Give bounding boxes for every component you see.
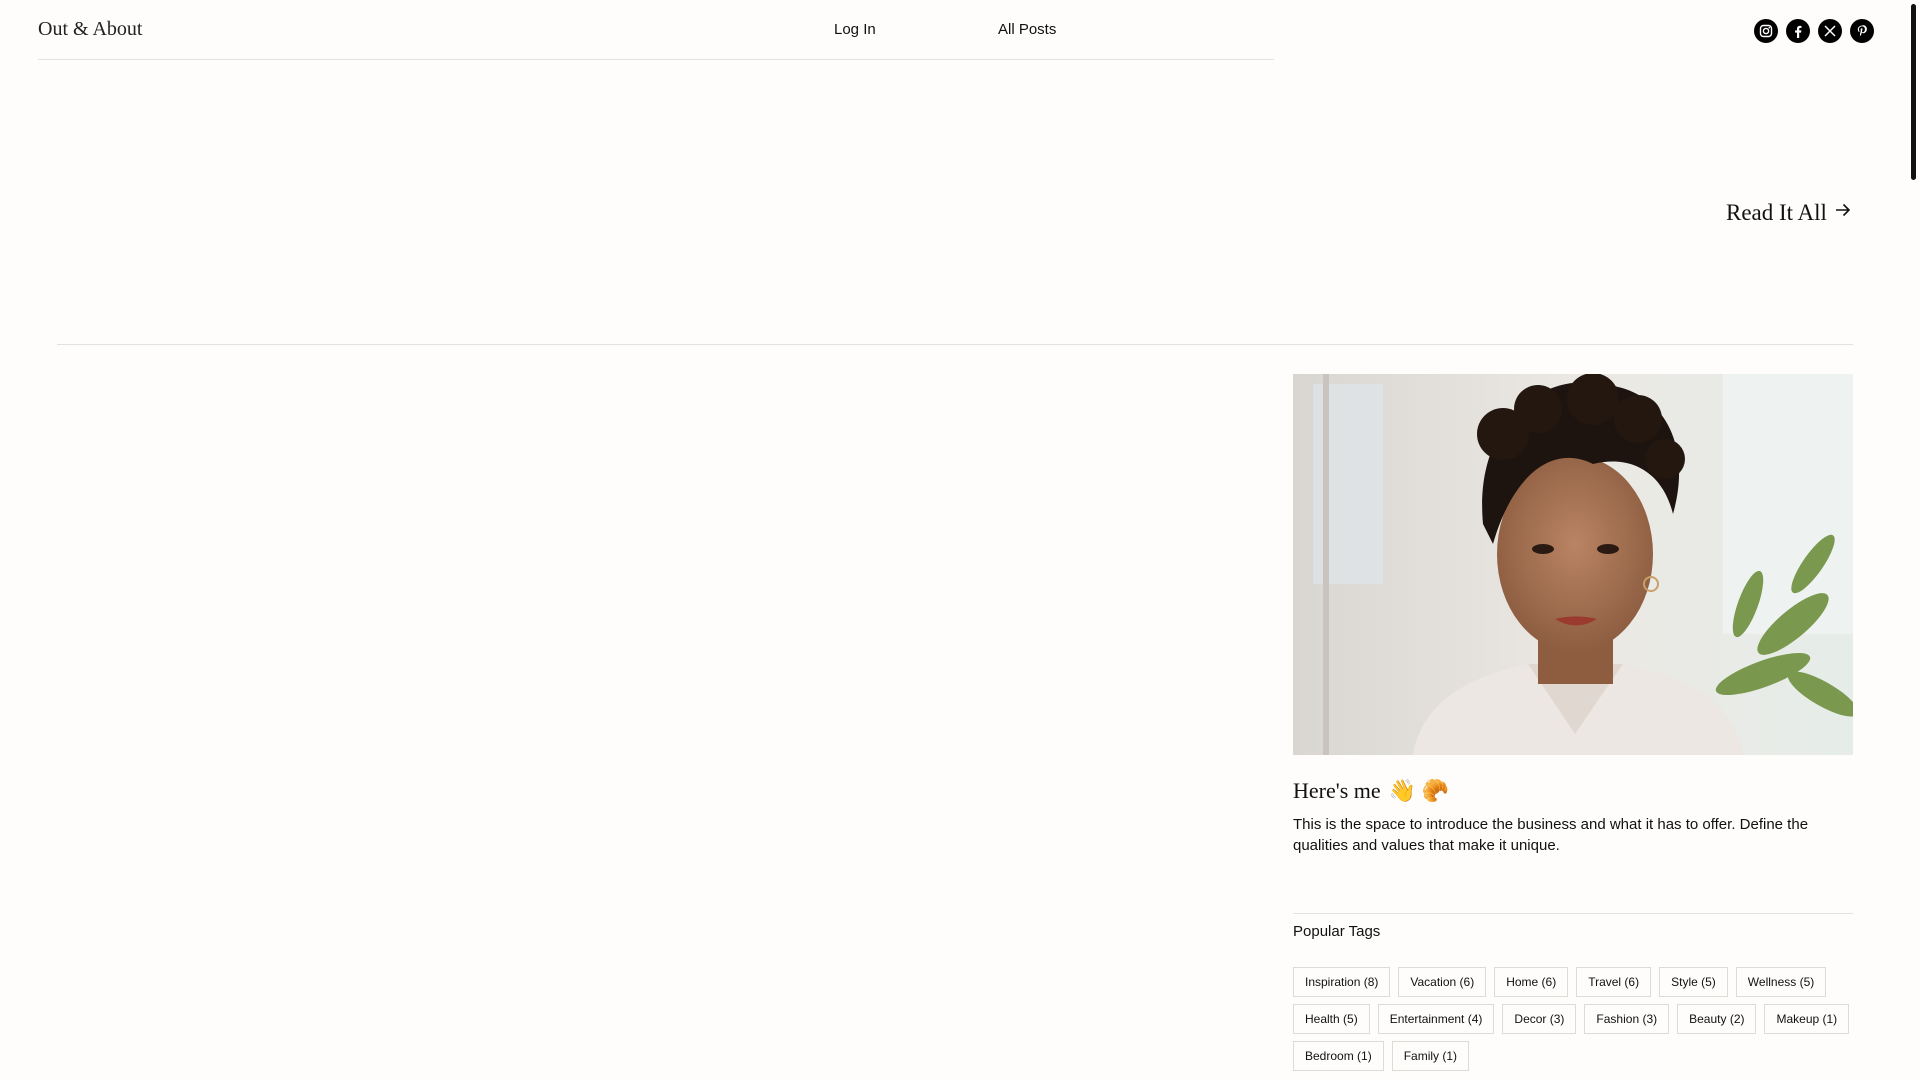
tag-home[interactable]: Home (6) [1494, 967, 1569, 997]
wave-croissant-emoji: 👋 🥐 [1388, 778, 1449, 803]
tag-style[interactable]: Style (5) [1659, 967, 1728, 997]
scrollbar[interactable] [1911, 4, 1916, 180]
read-it-all-label: Read It All [1726, 200, 1827, 225]
tag-makeup[interactable]: Makeup (1) [1764, 1004, 1850, 1034]
facebook-icon[interactable] [1786, 19, 1810, 43]
about-description: This is the space to introduce the busin… [1293, 816, 1809, 854]
popular-tags-heading: Popular Tags [1293, 923, 1381, 940]
tag-family[interactable]: Family (1) [1391, 1041, 1470, 1071]
site-title[interactable]: Out & About [38, 18, 142, 41]
tag-wellness[interactable]: Wellness (5) [1735, 967, 1827, 997]
read-it-all-link[interactable]: Read It All [1726, 200, 1853, 226]
profile-photo [1293, 374, 1853, 755]
tag-inspiration[interactable]: Inspiration (8) [1293, 967, 1391, 997]
tag-beauty[interactable]: Beauty (2) [1677, 1004, 1757, 1034]
instagram-icon[interactable] [1754, 19, 1778, 43]
social-links [1754, 19, 1874, 43]
tag-entertainment[interactable]: Entertainment (4) [1377, 1004, 1495, 1034]
about-title: Here's me [1293, 778, 1381, 803]
tag-travel[interactable]: Travel (6) [1576, 967, 1652, 997]
tag-health[interactable]: Health (5) [1293, 1004, 1370, 1034]
tag-bedroom[interactable]: Bedroom (1) [1293, 1041, 1384, 1071]
section-divider [57, 344, 1853, 345]
tags-divider [1293, 913, 1853, 914]
tag-fashion[interactable]: Fashion (3) [1584, 1004, 1670, 1034]
about-heading: Here's me 👋 🥐 [1293, 778, 1449, 804]
arrow-right-icon [1833, 200, 1853, 226]
tag-vacation[interactable]: Vacation (6) [1398, 967, 1487, 997]
site-header: Out & About Log In All Posts [0, 0, 1920, 60]
pinterest-icon[interactable] [1850, 19, 1874, 43]
popular-tags-list: Inspiration (8) Vacation (6) Home (6) Tr… [1293, 967, 1853, 1071]
login-link[interactable]: Log In [834, 21, 876, 38]
all-posts-link[interactable]: All Posts [998, 21, 1056, 38]
x-icon[interactable] [1818, 19, 1842, 43]
header-divider [38, 59, 1274, 60]
tag-decor[interactable]: Decor (3) [1502, 1004, 1577, 1034]
